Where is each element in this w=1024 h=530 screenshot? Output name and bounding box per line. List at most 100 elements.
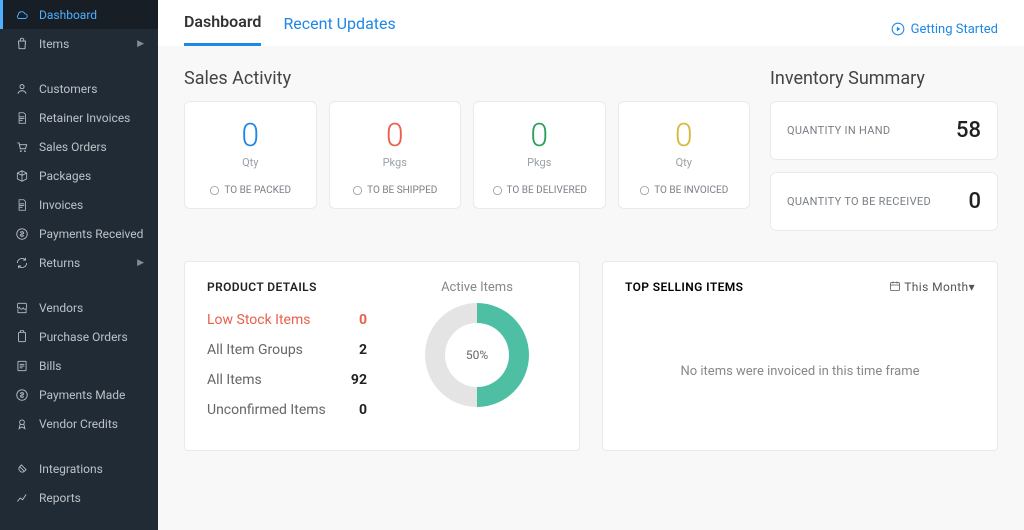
- usd-icon: [14, 226, 29, 241]
- sidebar-item-label: Items: [39, 37, 69, 51]
- sidebar-item-label: Retainer Invoices: [39, 111, 130, 125]
- sidebar-item-label: Payments Received: [39, 227, 143, 241]
- pd-value: 92: [351, 372, 367, 388]
- chevron-down-icon: ▾: [969, 280, 975, 294]
- inv-value: 0: [968, 189, 981, 214]
- pd-value: 2: [359, 342, 367, 358]
- pd-label: Low Stock Items: [207, 312, 310, 328]
- sidebar-item-reports[interactable]: Reports: [0, 483, 158, 512]
- sales-card-to-be-invoiced[interactable]: 0 Qty TO BE INVOICED: [618, 101, 751, 209]
- sidebar-item-label: Payments Made: [39, 388, 125, 402]
- sidebar-item-label: Returns: [39, 256, 80, 270]
- sidebar-item-vendors[interactable]: Vendors: [0, 293, 158, 322]
- cloud-icon: [14, 7, 29, 22]
- pd-row-all-item-groups[interactable]: All Item Groups 2: [207, 342, 367, 358]
- card-unit: Qty: [625, 156, 744, 169]
- time-range-selector[interactable]: This Month▾: [889, 280, 975, 294]
- user-icon: [14, 81, 29, 96]
- main-content: Dashboard Recent Updates Getting Started…: [158, 0, 1024, 530]
- time-range-label: This Month: [904, 280, 968, 294]
- sidebar-item-payments-received[interactable]: Payments Received: [0, 219, 158, 248]
- card-label: TO BE INVOICED: [625, 185, 744, 196]
- sidebar-item-label: Vendor Credits: [39, 417, 118, 431]
- sidebar-item-invoices[interactable]: Invoices: [0, 190, 158, 219]
- sidebar-item-label: Bills: [39, 359, 61, 373]
- sidebar-item-label: Packages: [39, 169, 91, 183]
- sidebar-item-retainer-invoices[interactable]: Retainer Invoices: [0, 103, 158, 132]
- pd-label: All Item Groups: [207, 342, 303, 358]
- inventory-row-quantity-to-be-received: QUANTITY TO BE RECEIVED0: [770, 172, 998, 231]
- sales-activity-section: Sales Activity 0Qty TO BE PACKED0Pkgs TO…: [184, 68, 750, 243]
- shop-icon: [14, 300, 29, 315]
- sidebar-item-label: Reports: [39, 491, 81, 505]
- sales-card-to-be-shipped[interactable]: 0 Pkgs TO BE SHIPPED: [329, 101, 462, 209]
- list-icon: [14, 358, 29, 373]
- sales-card-to-be-delivered[interactable]: 0Pkgs TO BE DELIVERED: [473, 101, 606, 209]
- badge-icon: [14, 416, 29, 431]
- inventory-summary-section: Inventory Summary QUANTITY IN HAND58QUAN…: [770, 68, 998, 243]
- sidebar-item-customers[interactable]: Customers: [0, 74, 158, 103]
- product-details-title: PRODUCT DETAILS: [207, 280, 367, 294]
- pd-label: All Items: [207, 372, 262, 388]
- sidebar-item-bills[interactable]: Bills: [0, 351, 158, 380]
- getting-started-link[interactable]: Getting Started: [891, 22, 998, 37]
- play-circle-icon: [891, 22, 905, 36]
- inv-label: QUANTITY IN HAND: [787, 124, 890, 137]
- sidebar-item-purchase-orders[interactable]: Purchase Orders: [0, 322, 158, 351]
- inventory-row-quantity-in-hand: QUANTITY IN HAND 58: [770, 101, 998, 160]
- sidebar-item-integrations[interactable]: Integrations: [0, 454, 158, 483]
- plug-icon: [14, 461, 29, 476]
- inventory-summary-title: Inventory Summary: [770, 68, 998, 89]
- active-items-donut: 50%: [425, 303, 529, 407]
- sidebar-item-packages[interactable]: Packages: [0, 161, 158, 190]
- doc-icon: [14, 110, 29, 125]
- active-items-percent: 50%: [466, 348, 488, 362]
- inv-value: 58: [956, 118, 981, 143]
- chevron-right-icon: ▶: [137, 258, 144, 268]
- sidebar-item-sales-orders[interactable]: Sales Orders: [0, 132, 158, 161]
- sidebar-item-dashboard[interactable]: Dashboard: [0, 0, 158, 29]
- pd-row-low-stock-items[interactable]: Low Stock Items 0: [207, 312, 367, 328]
- sidebar-item-label: Purchase Orders: [39, 330, 128, 344]
- pd-value: 0: [359, 402, 367, 418]
- top-selling-empty: No items were invoiced in this time fram…: [625, 334, 975, 409]
- sales-activity-title: Sales Activity: [184, 68, 750, 89]
- card-unit: Qty: [191, 156, 310, 169]
- sidebar-item-label: Customers: [39, 82, 97, 96]
- card-value: 0: [625, 116, 744, 154]
- card-value: 0: [336, 116, 455, 154]
- card-unit: Pkgs: [336, 156, 455, 169]
- cart-icon: [14, 139, 29, 154]
- sidebar-item-label: Sales Orders: [39, 140, 107, 154]
- card-unit: Pkgs: [480, 156, 599, 169]
- top-selling-panel: TOP SELLING ITEMS This Month▾ No items w…: [602, 261, 998, 451]
- pd-row-unconfirmed-items[interactable]: Unconfirmed Items0: [207, 402, 367, 418]
- getting-started-label: Getting Started: [911, 22, 998, 37]
- sidebar-item-payments-made[interactable]: Payments Made: [0, 380, 158, 409]
- sidebar-item-vendor-credits[interactable]: Vendor Credits: [0, 409, 158, 438]
- card-label: TO BE DELIVERED: [480, 185, 599, 196]
- sidebar-item-returns[interactable]: Returns ▶: [0, 248, 158, 277]
- usd-icon: [14, 387, 29, 402]
- chevron-right-icon: ▶: [137, 39, 144, 49]
- tab-recent-updates[interactable]: Recent Updates: [283, 14, 395, 45]
- pd-row-all-items[interactable]: All Items 92: [207, 372, 367, 388]
- active-items-label: Active Items: [397, 280, 557, 295]
- chart-icon: [14, 490, 29, 505]
- pd-value: 0: [359, 312, 367, 328]
- card-label: TO BE PACKED: [191, 185, 310, 196]
- product-details-panel: PRODUCT DETAILS Low Stock Items 0 All Item…: [184, 261, 580, 451]
- card-value: 0: [191, 116, 310, 154]
- bag-icon: [14, 36, 29, 51]
- doc-icon: [14, 197, 29, 212]
- sidebar-item-label: Invoices: [39, 198, 83, 212]
- sidebar-item-items[interactable]: Items ▶: [0, 29, 158, 58]
- sidebar-item-label: Dashboard: [39, 8, 97, 22]
- sidebar-item-label: Vendors: [39, 301, 83, 315]
- card-label: TO BE SHIPPED: [336, 185, 455, 196]
- sidebar-item-label: Integrations: [39, 462, 103, 476]
- tab-dashboard[interactable]: Dashboard: [184, 12, 261, 46]
- sales-card-to-be-packed[interactable]: 0 Qty TO BE PACKED: [184, 101, 317, 209]
- box-icon: [14, 168, 29, 183]
- top-selling-title: TOP SELLING ITEMS: [625, 280, 743, 294]
